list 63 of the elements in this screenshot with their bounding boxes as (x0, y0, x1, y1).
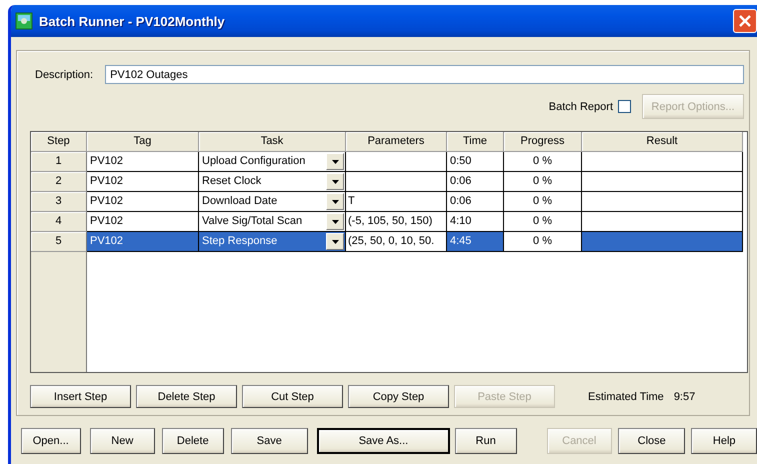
table-cell: (-5, 105, 50, 150) (346, 212, 447, 232)
estimated-time-label: Estimated Time (588, 390, 664, 402)
column-header: Result (582, 132, 743, 152)
table-cell: 0:06 (447, 192, 504, 212)
batch-report-label: Batch Report (548, 100, 613, 112)
step-button[interactable]: Delete Step (136, 385, 237, 408)
batch-report-checkbox[interactable] (618, 100, 631, 113)
table-cell: 0 % (504, 192, 582, 212)
task-cell-text: Reset Clock (201, 174, 262, 189)
close-button[interactable] (733, 9, 757, 33)
step-number: 3 (31, 192, 87, 212)
task-cell-text: Download Date (201, 194, 278, 209)
task-cell-text: Valve Sig/Total Scan (201, 214, 304, 229)
column-header: Tag (87, 132, 199, 152)
step-number: 4 (31, 212, 87, 232)
dropdown-button[interactable] (326, 153, 344, 170)
dialog-button[interactable]: Close (618, 428, 686, 454)
caret-icon (332, 240, 338, 244)
table-cell: PV102 (87, 192, 199, 212)
dialog-button[interactable]: New (90, 428, 156, 454)
dialog-button[interactable]: Delete (162, 428, 224, 454)
step-button[interactable]: Insert Step (30, 385, 131, 408)
table-cell: PV102 (87, 152, 199, 172)
estimated-time-value: 9:57 (674, 390, 696, 402)
table-cell: 4:45 (447, 232, 504, 252)
dialog-button[interactable]: Save As... (316, 428, 450, 454)
window-title: Batch Runner - PV102Monthly (39, 14, 225, 28)
close-icon (739, 15, 751, 27)
task-cell-text: Step Response (201, 234, 278, 249)
table-cell: PV102 (87, 172, 199, 192)
step-button[interactable]: Cut Step (242, 385, 343, 408)
column-header: Parameters (346, 132, 447, 152)
dropdown-button[interactable] (326, 173, 344, 190)
dropdown-button[interactable] (326, 233, 344, 250)
table-cell: 0 % (504, 172, 582, 192)
column-header: Task (199, 132, 346, 152)
table-cell: T (346, 192, 447, 212)
dropdown-button[interactable] (326, 193, 344, 210)
table-cell: 0 % (504, 212, 582, 232)
dialog-button[interactable]: Save (230, 428, 308, 454)
step-number: 1 (31, 152, 87, 172)
table-cell: PV102 (87, 232, 199, 252)
table-cell: 0:50 (447, 152, 504, 172)
column-header: Time (447, 132, 504, 152)
table-cell: 0:06 (447, 172, 504, 192)
step-number: 2 (31, 172, 87, 192)
dialog-button[interactable]: Open... (21, 428, 81, 454)
dialog-button[interactable]: Help (691, 428, 757, 454)
column-header: Progress (504, 132, 582, 152)
column-header: Step (31, 132, 87, 152)
description-label: Description: (35, 68, 94, 80)
step-button[interactable]: Copy Step (348, 385, 449, 408)
caret-icon (332, 200, 338, 204)
task-cell-text: Upload Configuration (201, 154, 306, 169)
description-field[interactable]: PV102 Outages (105, 65, 744, 84)
caret-icon (332, 160, 338, 164)
dialog-button[interactable]: Run (454, 428, 516, 454)
table-cell: 0 % (504, 152, 582, 172)
caret-icon (332, 180, 338, 184)
step-number: 5 (31, 232, 87, 252)
caret-icon (332, 220, 338, 224)
app-icon (15, 12, 33, 30)
dropdown-button[interactable] (326, 213, 344, 230)
